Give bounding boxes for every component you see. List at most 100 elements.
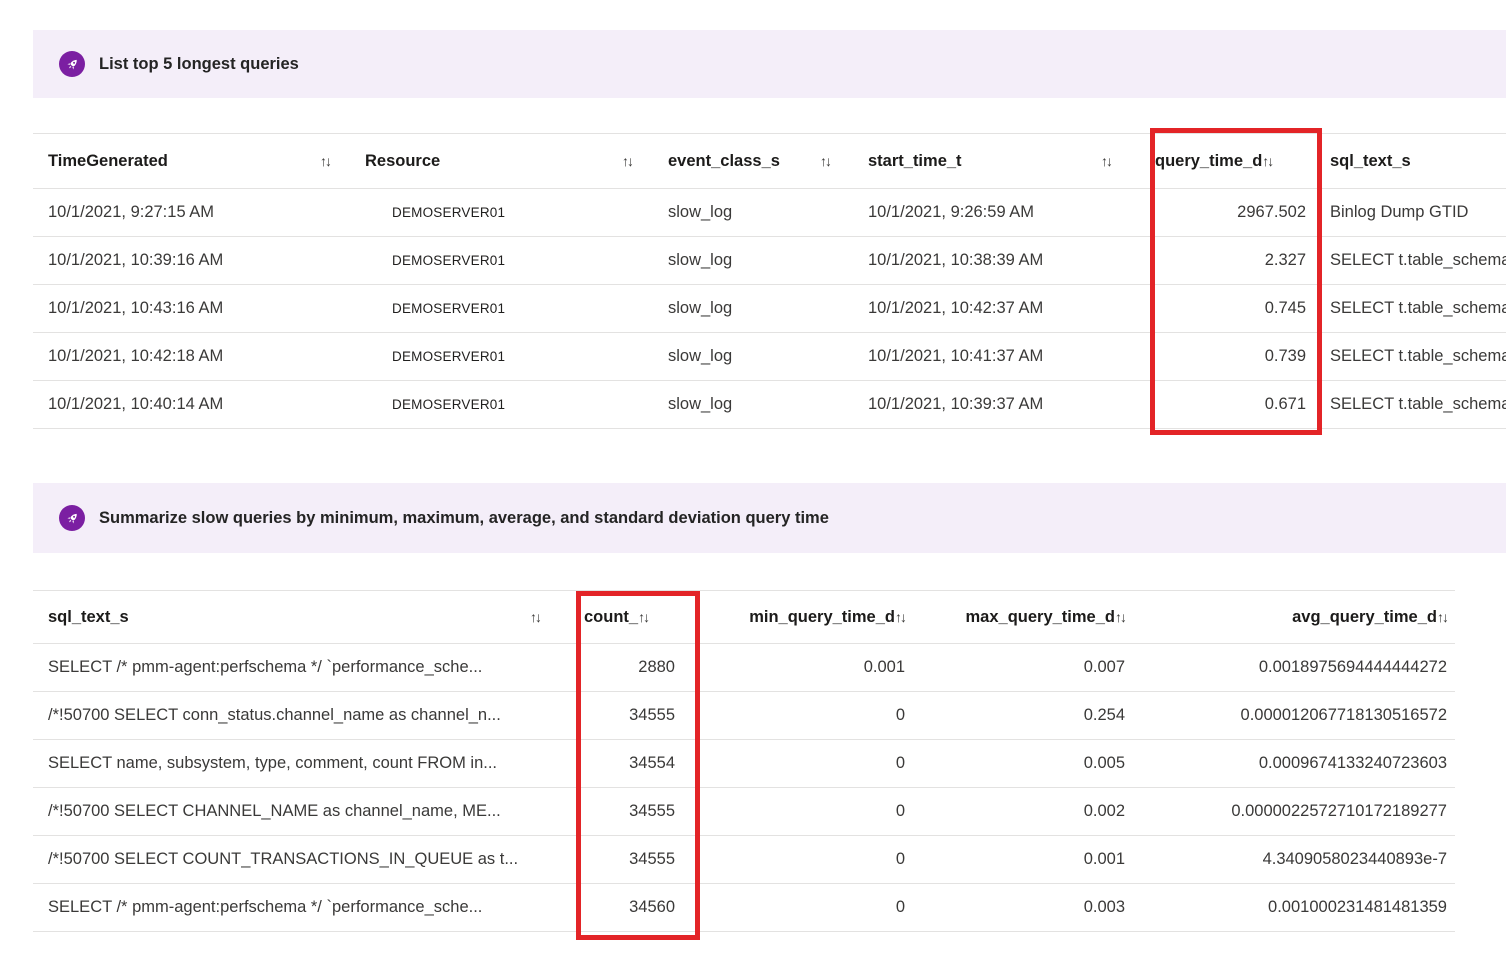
sort-icon[interactable]: ↑↓ [320, 153, 332, 169]
cell-count: 2880 [638, 658, 675, 676]
cell-sql-text: /*!50700 SELECT COUNT_TRANSACTIONS_IN_QU… [48, 850, 519, 868]
table-header-row: sql_text_s ↑↓ count_ ↑↓ min_query_time_d… [33, 591, 1455, 644]
copilot-prompt-banner-2: Summarize slow queries by minimum, maxim… [33, 483, 1506, 553]
cell-min-query-time: 0 [895, 898, 905, 916]
cell-count: 34554 [629, 754, 675, 772]
column-header-label: Resource [365, 151, 441, 170]
cell-event-class: slow_log [668, 395, 733, 413]
table-row[interactable]: /*!50700 SELECT conn_status.channel_name… [33, 692, 1455, 740]
cell-query-time: 0.745 [1264, 299, 1306, 317]
cell-count: 34555 [629, 802, 675, 820]
table-row[interactable]: /*!50700 SELECT CHANNEL_NAME as channel_… [33, 788, 1455, 836]
sort-icon[interactable]: ↑↓ [1262, 153, 1274, 169]
column-header-label: query_time_d [1155, 151, 1263, 170]
cell-sql-text: /*!50700 SELECT CHANNEL_NAME as channel_… [48, 802, 501, 820]
sort-icon[interactable]: ↑↓ [1437, 609, 1449, 625]
cell-min-query-time: 0.001 [863, 658, 905, 676]
log-analytics-results-page: List top 5 longest queries TimeGenerated… [0, 0, 1506, 979]
cell-timegenerated: 10/1/2021, 10:40:14 AM [48, 395, 224, 413]
sort-icon[interactable]: ↑↓ [638, 609, 650, 625]
cell-query-time: 2.327 [1264, 251, 1306, 269]
sort-icon[interactable]: ↑↓ [895, 609, 907, 625]
cell-avg-query-time: 4.3409058023440893e-7 [1262, 850, 1447, 868]
sort-icon[interactable]: ↑↓ [622, 153, 634, 169]
column-header-timegenerated[interactable]: TimeGenerated ↑↓ [33, 134, 350, 188]
cell-avg-query-time: 0.0000022572710172189277 [1231, 802, 1447, 820]
cell-sql-text: SELECT /* pmm-agent:perfschema */ `perfo… [48, 898, 483, 916]
cell-resource: DEMOSERVER01 [392, 349, 506, 364]
cell-event-class: slow_log [668, 251, 733, 269]
column-header-sql-text[interactable]: sql_text_s [1320, 134, 1506, 188]
column-header-query-time[interactable]: query_time_d ↑↓ [1145, 134, 1320, 188]
cell-timegenerated: 10/1/2021, 9:27:15 AM [48, 203, 215, 221]
table-row[interactable]: SELECT name, subsystem, type, comment, c… [33, 740, 1455, 788]
cell-resource: DEMOSERVER01 [392, 253, 506, 268]
cell-event-class: slow_log [668, 299, 733, 317]
column-header-label: TimeGenerated [48, 151, 168, 170]
column-header-sql-text[interactable]: sql_text_s ↑↓ [33, 591, 560, 643]
cell-avg-query-time: 0.0018975694444444272 [1258, 658, 1447, 676]
column-header-start-time[interactable]: start_time_t ↑↓ [850, 134, 1145, 188]
sort-icon[interactable]: ↑↓ [530, 609, 542, 625]
top-queries-table: TimeGenerated ↑↓ Resource ↑↓ event_class… [33, 133, 1506, 429]
cell-sql-text: SELECT name, subsystem, type, comment, c… [48, 754, 498, 772]
table-row[interactable]: SELECT /* pmm-agent:perfschema */ `perfo… [33, 884, 1455, 932]
column-header-min-query-time[interactable]: min_query_time_d ↑↓ [700, 591, 920, 643]
cell-timegenerated: 10/1/2021, 10:43:16 AM [48, 299, 224, 317]
sort-icon[interactable]: ↑↓ [1101, 153, 1113, 169]
cell-resource: DEMOSERVER01 [392, 205, 506, 220]
cell-sql-text: SELECT t.table_schema [1330, 251, 1506, 269]
cell-start-time: 10/1/2021, 10:38:39 AM [868, 251, 1044, 269]
cell-min-query-time: 0 [895, 706, 905, 724]
column-header-label: sql_text_s [48, 607, 129, 626]
sort-icon[interactable]: ↑↓ [820, 153, 832, 169]
copilot-rocket-icon [59, 51, 85, 77]
column-header-label: sql_text_s [1330, 151, 1411, 170]
cell-avg-query-time: 0.000012067718130516572 [1240, 706, 1447, 724]
cell-sql-text: SELECT /* pmm-agent:perfschema */ `perfo… [48, 658, 483, 676]
cell-resource: DEMOSERVER01 [392, 397, 506, 412]
sort-icon[interactable]: ↑↓ [1115, 609, 1127, 625]
column-header-event-class[interactable]: event_class_s ↑↓ [652, 134, 850, 188]
prompt-text: Summarize slow queries by minimum, maxim… [99, 508, 829, 527]
table-row[interactable]: 10/1/2021, 10:40:14 AM DEMOSERVER01 slow… [33, 381, 1506, 429]
cell-query-time: 2967.502 [1237, 203, 1306, 221]
table-row[interactable]: SELECT /* pmm-agent:perfschema */ `perfo… [33, 644, 1455, 692]
table-row[interactable]: 10/1/2021, 9:27:15 AM DEMOSERVER01 slow_… [33, 189, 1506, 237]
cell-start-time: 10/1/2021, 10:39:37 AM [868, 395, 1044, 413]
slow-query-summary-table: sql_text_s ↑↓ count_ ↑↓ min_query_time_d… [33, 590, 1455, 932]
column-header-label: event_class_s [668, 151, 780, 170]
cell-count: 34555 [629, 850, 675, 868]
table-row[interactable]: /*!50700 SELECT COUNT_TRANSACTIONS_IN_QU… [33, 836, 1455, 884]
cell-sql-text: Binlog Dump GTID [1330, 203, 1469, 221]
cell-query-time: 0.739 [1264, 347, 1306, 365]
cell-resource: DEMOSERVER01 [392, 301, 506, 316]
cell-sql-text: SELECT t.table_schema [1330, 347, 1506, 365]
cell-avg-query-time: 0.0009674133240723603 [1258, 754, 1447, 772]
column-header-label: max_query_time_d [965, 607, 1116, 626]
prompt-text: List top 5 longest queries [99, 54, 299, 73]
table-row[interactable]: 10/1/2021, 10:39:16 AM DEMOSERVER01 slow… [33, 237, 1506, 285]
cell-start-time: 10/1/2021, 10:42:37 AM [868, 299, 1044, 317]
table-row[interactable]: 10/1/2021, 10:43:16 AM DEMOSERVER01 slow… [33, 285, 1506, 333]
cell-max-query-time: 0.254 [1083, 706, 1125, 724]
cell-event-class: slow_log [668, 203, 733, 221]
cell-sql-text: SELECT t.table_schema [1330, 395, 1506, 413]
table-row[interactable]: 10/1/2021, 10:42:18 AM DEMOSERVER01 slow… [33, 333, 1506, 381]
column-header-avg-query-time[interactable]: avg_query_time_d ↑↓ [1140, 591, 1455, 643]
cell-max-query-time: 0.001 [1083, 850, 1125, 868]
cell-count: 34560 [629, 898, 675, 916]
cell-min-query-time: 0 [895, 802, 905, 820]
cell-query-time: 0.671 [1264, 395, 1306, 413]
cell-min-query-time: 0 [895, 850, 905, 868]
column-header-resource[interactable]: Resource ↑↓ [350, 134, 652, 188]
table-header-row: TimeGenerated ↑↓ Resource ↑↓ event_class… [33, 134, 1506, 189]
cell-min-query-time: 0 [895, 754, 905, 772]
column-header-label: avg_query_time_d [1292, 607, 1437, 626]
cell-count: 34555 [629, 706, 675, 724]
cell-max-query-time: 0.005 [1083, 754, 1125, 772]
column-header-count[interactable]: count_ ↑↓ [560, 591, 700, 643]
column-header-max-query-time[interactable]: max_query_time_d ↑↓ [920, 591, 1140, 643]
cell-start-time: 10/1/2021, 9:26:59 AM [868, 203, 1035, 221]
cell-max-query-time: 0.003 [1083, 898, 1125, 916]
